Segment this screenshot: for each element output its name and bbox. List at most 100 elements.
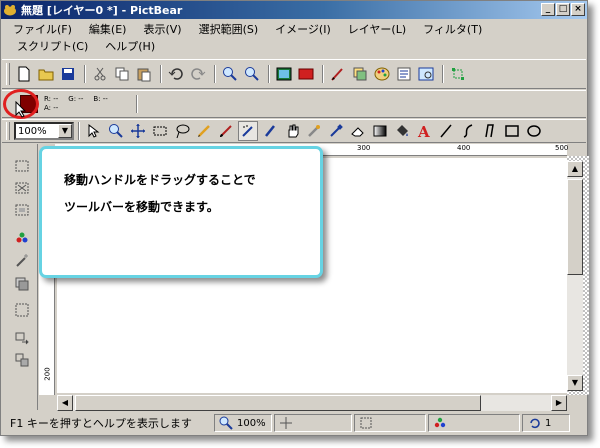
transform-icon[interactable] bbox=[448, 64, 468, 84]
mouse-cursor-icon bbox=[15, 101, 27, 118]
redo-icon[interactable] bbox=[188, 64, 208, 84]
eyedropper-icon[interactable] bbox=[326, 121, 346, 141]
pictbear-logo-icon bbox=[4, 5, 16, 16]
scroll-left-icon[interactable]: ◀ bbox=[57, 395, 73, 411]
selection-tools-panel bbox=[2, 144, 38, 410]
menu-script[interactable]: スクリプト(C) bbox=[9, 38, 97, 55]
horizontal-scroll-thumb[interactable] bbox=[75, 395, 481, 411]
vertical-scrollbar[interactable]: ▲ ▼ bbox=[567, 161, 583, 391]
status-bar: F1 キーを押すとヘルプを表示します 100% 1 bbox=[2, 412, 586, 434]
menu-help[interactable]: ヘルプ(H) bbox=[97, 38, 164, 55]
layers-icon[interactable] bbox=[350, 64, 370, 84]
crosshair-icon bbox=[280, 417, 292, 429]
new-file-icon[interactable] bbox=[14, 64, 34, 84]
scroll-right-icon[interactable]: ▶ bbox=[551, 395, 567, 411]
rectangle-tool-icon[interactable] bbox=[502, 121, 522, 141]
undo-icon[interactable] bbox=[166, 64, 186, 84]
save-icon[interactable] bbox=[58, 64, 78, 84]
menu-edit[interactable]: 編集(E) bbox=[81, 21, 136, 38]
palette-icon[interactable] bbox=[372, 64, 392, 84]
eraser-icon[interactable] bbox=[348, 121, 368, 141]
red-value: R: -- bbox=[44, 95, 59, 103]
vertical-scroll-thumb[interactable] bbox=[567, 179, 583, 275]
status-zoom-value: 100% bbox=[237, 417, 266, 429]
scroll-down-icon[interactable]: ▼ bbox=[567, 375, 583, 391]
image-view-icon[interactable] bbox=[274, 64, 294, 84]
toolbar-grip[interactable] bbox=[6, 62, 10, 86]
toolbar-separator bbox=[214, 65, 216, 83]
hand-icon[interactable] bbox=[282, 121, 302, 141]
status-cursor-position bbox=[274, 414, 352, 432]
curve-tool-icon[interactable] bbox=[458, 121, 478, 141]
toolbar-separator bbox=[268, 65, 270, 83]
color-select-icon[interactable] bbox=[14, 230, 30, 246]
menu-filter[interactable]: フィルタ(T) bbox=[415, 21, 491, 38]
status-selection-size bbox=[354, 414, 426, 432]
callout-line-1: 移動ハンドルをドラッグすることで bbox=[64, 173, 256, 187]
status-undo-count: 1 bbox=[545, 417, 552, 429]
preview-icon[interactable] bbox=[416, 64, 436, 84]
selection-resize-icon[interactable] bbox=[14, 352, 30, 368]
menu-layer[interactable]: レイヤー(L) bbox=[340, 21, 415, 38]
zoom-value: 100% bbox=[18, 125, 47, 137]
move-tool-icon[interactable] bbox=[128, 121, 148, 141]
select-arrow-icon[interactable] bbox=[84, 121, 104, 141]
maximize-button[interactable]: □ bbox=[556, 3, 570, 16]
horizontal-scrollbar[interactable]: ◀ ▶ bbox=[57, 395, 567, 411]
open-folder-icon[interactable] bbox=[36, 64, 56, 84]
selection-move-icon[interactable] bbox=[14, 330, 30, 346]
line-tool-icon[interactable] bbox=[436, 121, 456, 141]
window-controls: _ □ × bbox=[541, 3, 585, 16]
polyline-tool-icon[interactable] bbox=[480, 121, 500, 141]
gradient-icon[interactable] bbox=[370, 121, 390, 141]
properties-icon[interactable] bbox=[394, 64, 414, 84]
main-toolbar bbox=[2, 59, 586, 89]
menu-file[interactable]: ファイル(F) bbox=[9, 21, 81, 38]
alpha-value: A: -- bbox=[44, 104, 59, 112]
close-button[interactable]: × bbox=[571, 3, 585, 16]
zoom-select[interactable]: 100% ▼ bbox=[14, 122, 74, 140]
menu-bar: ファイル(F) 編集(E) 表示(V) 選択範囲(S) イメージ(I) レイヤー… bbox=[1, 20, 587, 56]
select-rect-icon[interactable] bbox=[14, 158, 30, 174]
brush-tool-icon[interactable] bbox=[216, 121, 236, 141]
lasso-icon[interactable] bbox=[172, 121, 192, 141]
window-title: 無題 [レイヤー0 *] - PictBear bbox=[21, 4, 183, 17]
cut-icon[interactable] bbox=[90, 64, 110, 84]
chevron-down-icon[interactable]: ▼ bbox=[58, 124, 72, 138]
layer-copy-icon[interactable] bbox=[14, 276, 30, 292]
toolbar-separator bbox=[442, 65, 444, 83]
green-value: G: -- bbox=[68, 95, 84, 103]
copy-icon[interactable] bbox=[112, 64, 132, 84]
paste-icon[interactable] bbox=[134, 64, 154, 84]
toolbar-grip[interactable] bbox=[6, 122, 10, 140]
menu-view[interactable]: 表示(V) bbox=[135, 21, 190, 38]
pen-icon[interactable] bbox=[260, 121, 280, 141]
pencil-icon[interactable] bbox=[194, 121, 214, 141]
menu-selection[interactable]: 選択範囲(S) bbox=[191, 21, 268, 38]
brush-icon[interactable] bbox=[328, 64, 348, 84]
undo-status-icon bbox=[530, 418, 540, 429]
ruler-tick: 200 bbox=[43, 367, 52, 381]
scroll-up-icon[interactable]: ▲ bbox=[567, 161, 583, 177]
tutorial-callout: 移動ハンドルをドラッグすることで ツールバーを移動できます。 bbox=[39, 146, 323, 278]
menu-image[interactable]: イメージ(I) bbox=[267, 21, 340, 38]
fill-color-icon[interactable] bbox=[296, 64, 316, 84]
airbrush-icon[interactable] bbox=[238, 121, 258, 141]
paint-bucket-icon[interactable] bbox=[392, 121, 412, 141]
title-bar[interactable]: 無題 [レイヤー0 *] - PictBear _ □ × bbox=[1, 1, 587, 19]
select-all-icon[interactable] bbox=[14, 302, 30, 318]
zoom-out-icon[interactable] bbox=[242, 64, 262, 84]
minimize-button[interactable]: _ bbox=[541, 3, 555, 16]
magic-wand-icon[interactable] bbox=[14, 252, 30, 268]
select-clear-icon[interactable] bbox=[14, 180, 30, 196]
text-tool-icon[interactable]: A bbox=[414, 121, 434, 141]
zoom-tool-icon[interactable] bbox=[106, 121, 126, 141]
status-help-text: F1 キーを押すとヘルプを表示します bbox=[10, 417, 192, 430]
ellipse-tool-icon[interactable] bbox=[524, 121, 544, 141]
rect-select-icon[interactable] bbox=[150, 121, 170, 141]
smudge-icon[interactable] bbox=[304, 121, 324, 141]
zoom-in-icon[interactable] bbox=[220, 64, 240, 84]
select-invert-icon[interactable] bbox=[14, 202, 30, 218]
color-toolbar: R: -- G: -- B: -- A: -- bbox=[2, 90, 586, 118]
toolbar-separator bbox=[84, 65, 86, 83]
